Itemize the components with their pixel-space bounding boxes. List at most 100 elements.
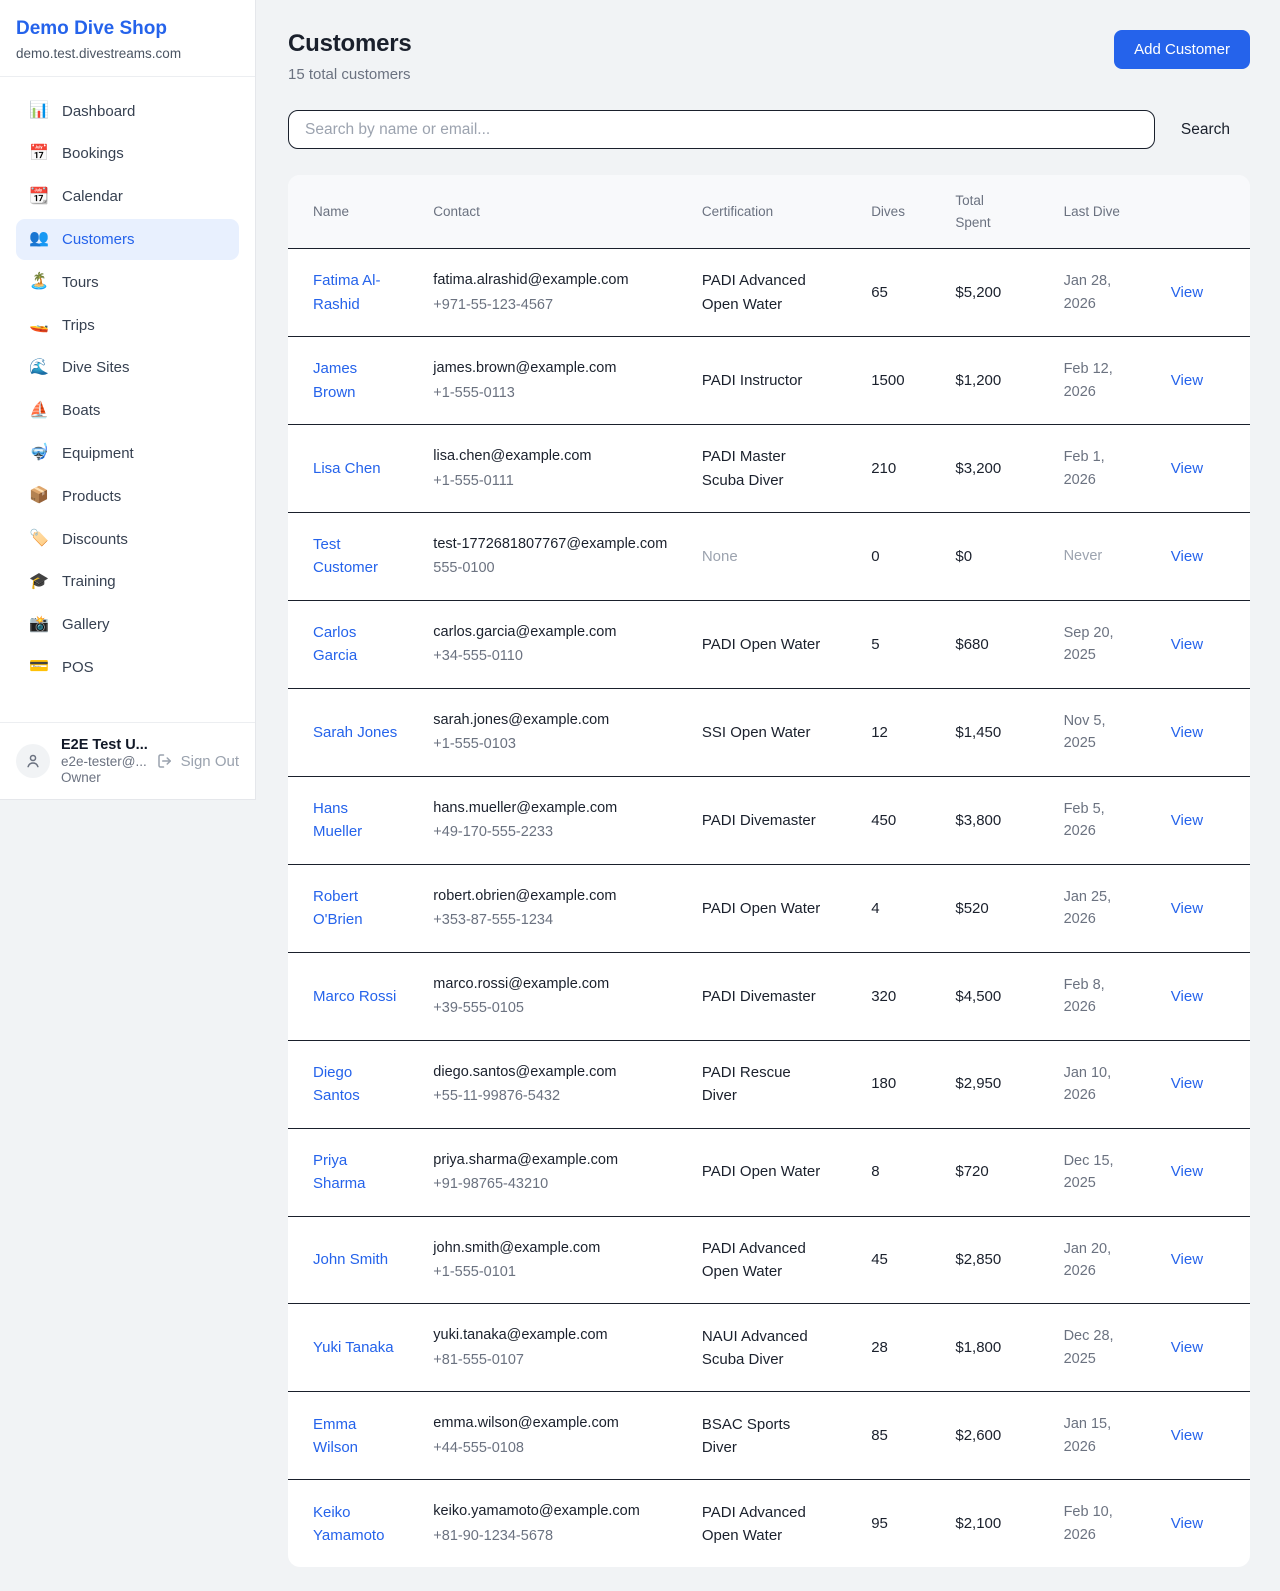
view-customer-link[interactable]: View xyxy=(1171,988,1203,1005)
add-customer-button[interactable]: Add Customer xyxy=(1114,30,1250,69)
customer-phone: +44-555-0108 xyxy=(433,1437,688,1459)
view-customer-link[interactable]: View xyxy=(1171,636,1203,653)
customer-last-dive: Jan 28, 2026 xyxy=(1064,249,1171,337)
customer-name-link[interactable]: Lisa Chen xyxy=(313,460,381,477)
column-header-last-dive: Last Dive xyxy=(1064,175,1171,249)
view-customer-link[interactable]: View xyxy=(1171,1075,1203,1092)
customer-name-link[interactable]: Emma Wilson xyxy=(313,1416,358,1456)
page-title: Customers xyxy=(288,30,412,58)
sidebar-item-trips[interactable]: 🚤 Trips xyxy=(16,305,239,346)
customer-phone: +49-170-555-2233 xyxy=(433,821,688,843)
trips-speedboat-icon: 🚤 xyxy=(29,315,49,336)
sidebar-item-tours[interactable]: 🏝️ Tours xyxy=(16,262,239,303)
table-row: Hans Mueller hans.mueller@example.com+49… xyxy=(288,776,1250,864)
sidebar-item-label: Bookings xyxy=(62,144,124,164)
view-customer-link[interactable]: View xyxy=(1171,548,1203,565)
user-info: E2E Test U... e2e-tester@... Owner xyxy=(61,737,145,785)
customer-email: fatima.alrashid@example.com xyxy=(433,269,688,291)
sidebar-item-boats[interactable]: ⛵ Boats xyxy=(16,391,239,432)
view-customer-link[interactable]: View xyxy=(1171,1427,1203,1444)
search-button[interactable]: Search xyxy=(1181,113,1230,147)
sidebar-nav: 📊 Dashboard 📅 Bookings 📆 Calendar 👥 Cust… xyxy=(0,77,255,722)
customer-certification: PADI Open Water xyxy=(702,600,871,688)
customer-dives: 65 xyxy=(871,249,955,337)
user-icon xyxy=(24,752,42,770)
customer-name-link[interactable]: Sarah Jones xyxy=(313,724,397,741)
view-customer-link[interactable]: View xyxy=(1171,284,1203,301)
sidebar-item-label: Dive Sites xyxy=(62,358,130,378)
customer-certification: PADI Divemaster xyxy=(702,952,871,1040)
sidebar-item-customers[interactable]: 👥 Customers xyxy=(16,219,239,260)
customer-phone: 555-0100 xyxy=(433,557,688,579)
customer-phone: +1-555-0103 xyxy=(433,733,688,755)
customer-dives: 5 xyxy=(871,600,955,688)
sidebar-item-dashboard[interactable]: 📊 Dashboard xyxy=(16,91,239,132)
view-customer-link[interactable]: View xyxy=(1171,1339,1203,1356)
sidebar-item-training[interactable]: 🎓 Training xyxy=(16,562,239,603)
customer-phone: +55-11-99876-5432 xyxy=(433,1085,688,1107)
table-header: Name Contact Certification Dives Total S… xyxy=(288,175,1250,249)
table-row: Sarah Jones sarah.jones@example.com+1-55… xyxy=(288,688,1250,776)
sidebar-item-pos[interactable]: 💳 POS xyxy=(16,647,239,688)
view-customer-link[interactable]: View xyxy=(1171,1163,1203,1180)
search-input[interactable] xyxy=(288,110,1155,149)
customer-last-dive: Jan 10, 2026 xyxy=(1064,1040,1171,1128)
view-customer-link[interactable]: View xyxy=(1171,372,1203,389)
customer-name-link[interactable]: Test Customer xyxy=(313,536,378,576)
customer-name-link[interactable]: Marco Rossi xyxy=(313,988,396,1005)
customer-phone: +91-98765-43210 xyxy=(433,1173,688,1195)
customer-last-dive: Dec 28, 2025 xyxy=(1064,1304,1171,1392)
graduation-cap-icon: 🎓 xyxy=(29,572,49,593)
view-customer-link[interactable]: View xyxy=(1171,1515,1203,1532)
view-customer-link[interactable]: View xyxy=(1171,460,1203,477)
customer-total-spent: $2,850 xyxy=(955,1216,1063,1304)
sidebar-item-equipment[interactable]: 🤿 Equipment xyxy=(16,433,239,474)
customer-last-dive: Feb 12, 2026 xyxy=(1064,337,1171,425)
customer-phone: +1-555-0111 xyxy=(433,470,688,492)
page-header: Customers 15 total customers Add Custome… xyxy=(288,30,1250,83)
sidebar-user-footer: E2E Test U... e2e-tester@... Owner Sign … xyxy=(0,722,255,799)
customer-email: marco.rossi@example.com xyxy=(433,973,688,995)
customer-name-link[interactable]: Hans Mueller xyxy=(313,800,362,840)
view-customer-link[interactable]: View xyxy=(1171,900,1203,917)
sidebar-item-products[interactable]: 📦 Products xyxy=(16,476,239,517)
customer-email: robert.obrien@example.com xyxy=(433,885,688,907)
customer-total-spent: $2,600 xyxy=(955,1392,1063,1480)
view-customer-link[interactable]: View xyxy=(1171,1251,1203,1268)
sign-out-icon xyxy=(156,752,174,770)
customer-name-link[interactable]: Yuki Tanaka xyxy=(313,1339,394,1356)
sign-out-button[interactable]: Sign Out xyxy=(156,752,239,770)
customer-name-link[interactable]: James Brown xyxy=(313,360,357,400)
table-row: Keiko Yamamoto keiko.yamamoto@example.co… xyxy=(288,1480,1250,1567)
customer-name-link[interactable]: Priya Sharma xyxy=(313,1152,366,1192)
sidebar-item-dive-sites[interactable]: 🌊 Dive Sites xyxy=(16,348,239,389)
customer-email: sarah.jones@example.com xyxy=(433,709,688,731)
customer-last-dive: Jan 25, 2026 xyxy=(1064,864,1171,952)
customer-phone: +1-555-0113 xyxy=(433,382,688,404)
column-header-actions xyxy=(1171,175,1250,249)
sidebar-item-gallery[interactable]: 📸 Gallery xyxy=(16,605,239,646)
table-row: Carlos Garcia carlos.garcia@example.com+… xyxy=(288,600,1250,688)
customer-dives: 0 xyxy=(871,513,955,601)
sidebar-item-discounts[interactable]: 🏷️ Discounts xyxy=(16,519,239,560)
customer-name-link[interactable]: Carlos Garcia xyxy=(313,624,357,664)
customer-total-spent: $4,500 xyxy=(955,952,1063,1040)
customer-dives: 4 xyxy=(871,864,955,952)
customer-name-link[interactable]: Robert O'Brien xyxy=(313,888,363,928)
table-row: John Smith john.smith@example.com+1-555-… xyxy=(288,1216,1250,1304)
column-header-certification: Certification xyxy=(702,175,871,249)
customer-name-link[interactable]: Keiko Yamamoto xyxy=(313,1504,384,1544)
customer-name-link[interactable]: Fatima Al-Rashid xyxy=(313,272,381,312)
view-customer-link[interactable]: View xyxy=(1171,724,1203,741)
customer-certification: NAUI Advanced Scuba Diver xyxy=(702,1304,871,1392)
view-customer-link[interactable]: View xyxy=(1171,812,1203,829)
customer-name-link[interactable]: John Smith xyxy=(313,1251,388,1268)
customer-count: 15 total customers xyxy=(288,66,412,83)
customer-phone: +1-555-0101 xyxy=(433,1261,688,1283)
column-header-dives: Dives xyxy=(871,175,955,249)
column-header-total-spent: Total Spent xyxy=(955,175,1063,249)
sidebar-item-bookings[interactable]: 📅 Bookings xyxy=(16,134,239,175)
customer-name-link[interactable]: Diego Santos xyxy=(313,1064,360,1104)
sidebar-item-calendar[interactable]: 📆 Calendar xyxy=(16,177,239,218)
customer-total-spent: $720 xyxy=(955,1128,1063,1216)
